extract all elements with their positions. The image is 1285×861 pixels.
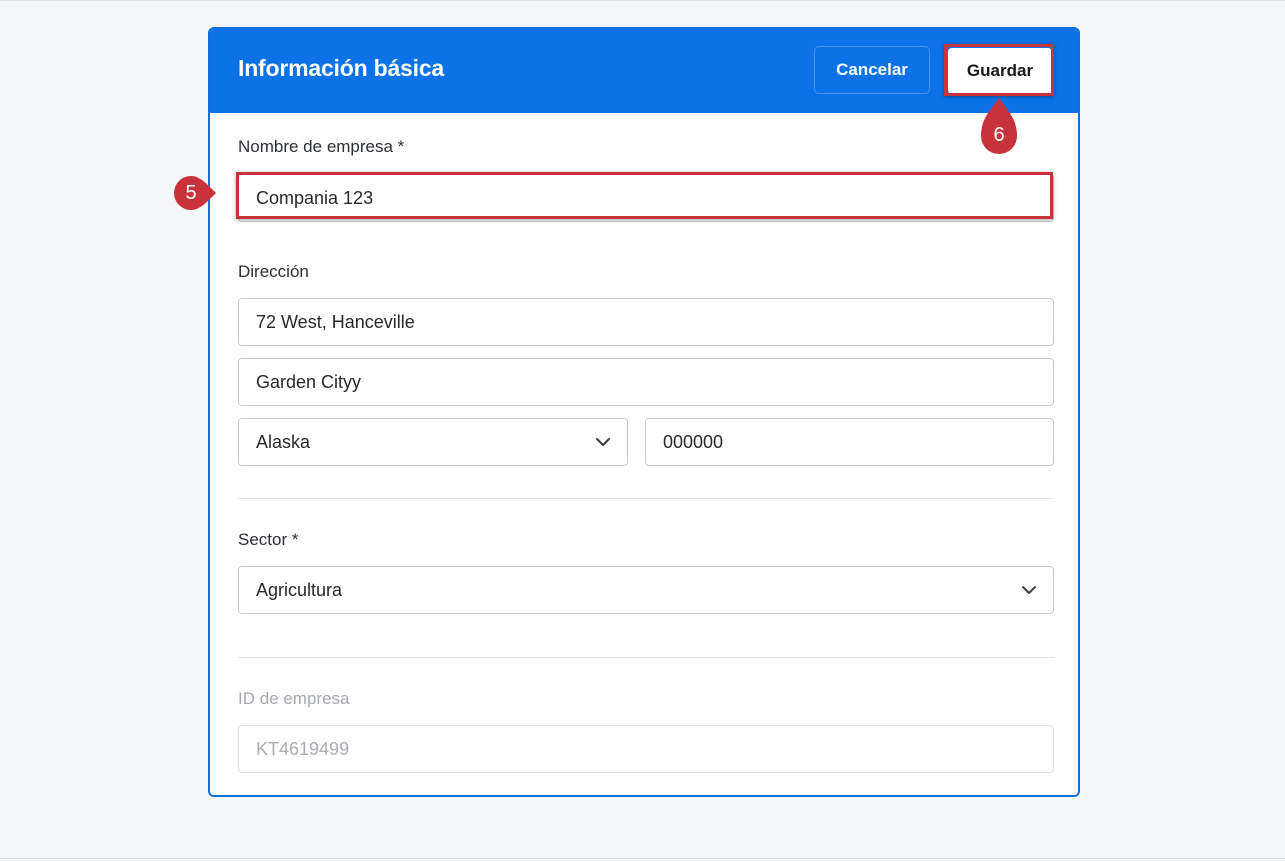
company-name-input[interactable]: Compania 123 (238, 174, 1054, 222)
section-divider (238, 657, 1054, 658)
address-label: Dirección (238, 262, 309, 281)
chevron-down-icon (1022, 586, 1036, 594)
sector-select[interactable]: Agricultura (238, 566, 1054, 614)
address-line2-input[interactable]: Garden Cityy (238, 358, 1054, 406)
card-header: Información básica Cancelar Guardar (210, 29, 1078, 113)
section-divider (238, 498, 1054, 499)
bottom-edge (0, 858, 1285, 859)
address-line1-input[interactable]: 72 West, Hanceville (238, 298, 1054, 346)
company-id-label: ID de empresa (238, 689, 350, 708)
card-title: Información básica (238, 55, 445, 81)
sector-label: Sector * (238, 530, 299, 549)
state-select-value: Alaska (256, 431, 311, 452)
step-marker-5: 5 (172, 174, 216, 212)
basic-info-card: Información básica Cancelar Guardar Nomb… (208, 27, 1080, 797)
company-id-input: KT4619499 (238, 725, 1054, 773)
top-edge (0, 0, 1285, 1)
cancel-button[interactable]: Cancelar (814, 46, 930, 94)
chevron-down-icon (596, 438, 610, 446)
save-button[interactable]: Guardar (948, 48, 1052, 94)
sector-select-value: Agricultura (256, 579, 343, 600)
zip-code-input[interactable]: 000000 (645, 418, 1054, 466)
card-body: Nombre de empresa * Compania 123 Direcci… (210, 113, 1078, 795)
company-name-label: Nombre de empresa * (238, 137, 405, 156)
step-number: 5 (185, 181, 197, 204)
state-select[interactable]: Alaska (238, 418, 628, 466)
